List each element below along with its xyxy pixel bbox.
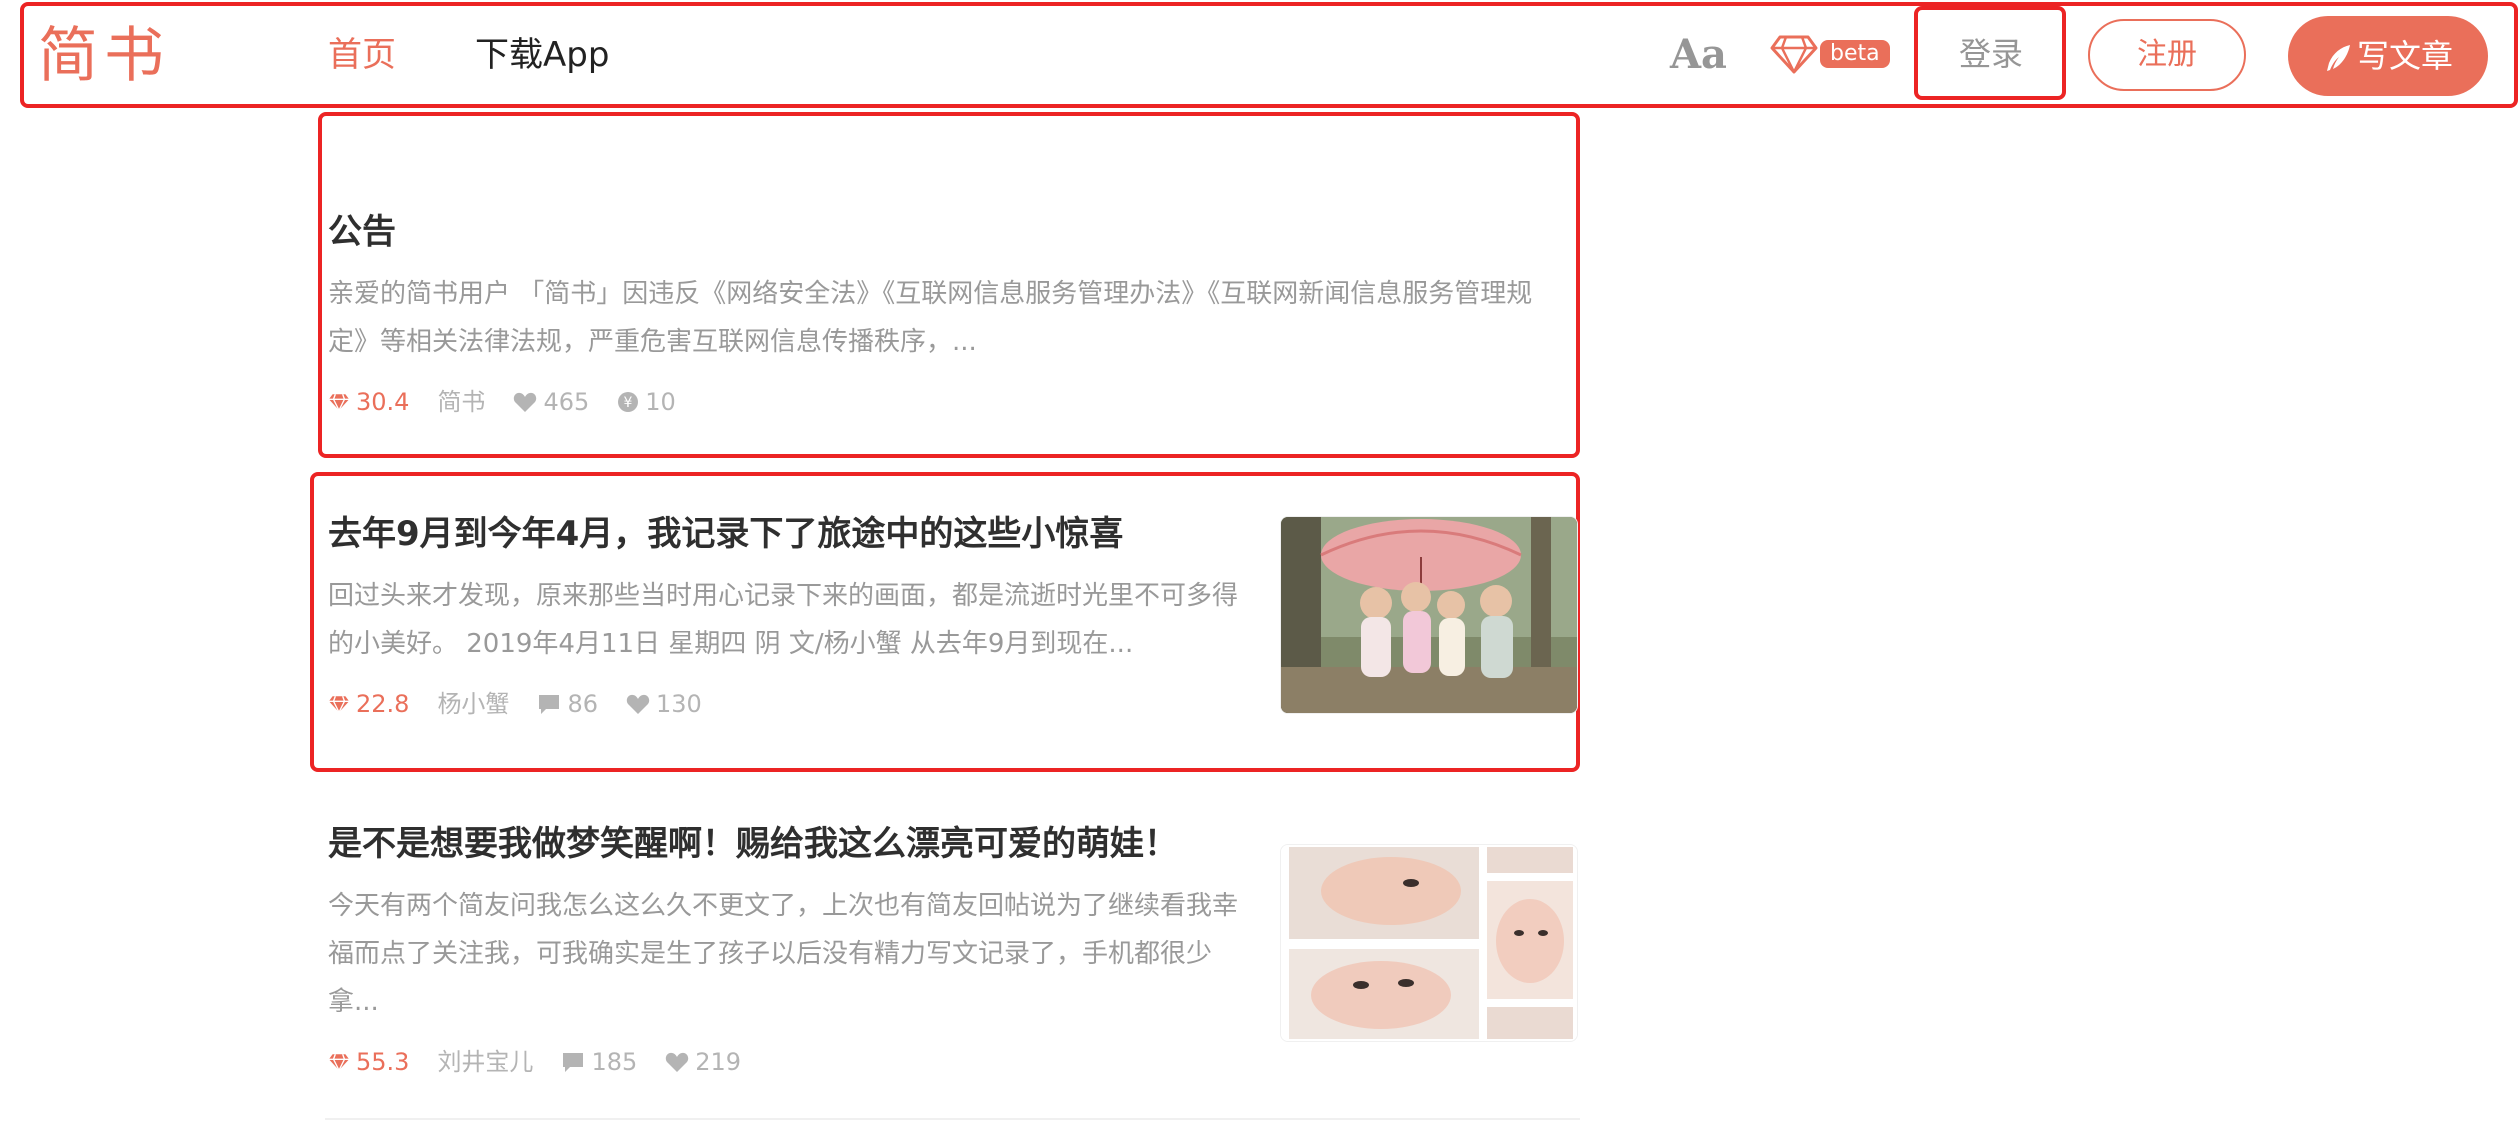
svg-text:¥: ¥ — [624, 395, 633, 411]
likes-count: 219 — [665, 1044, 741, 1080]
reward-icon: ¥ — [618, 392, 639, 412]
heart-icon — [666, 1052, 689, 1072]
article-thumbnail[interactable] — [1280, 844, 1578, 1042]
paid-amount: 30.4 — [356, 388, 410, 416]
jianshu-logo[interactable]: 简书 — [38, 18, 170, 94]
rewards-value: 10 — [645, 388, 676, 416]
author-link[interactable]: 简书 — [437, 384, 485, 420]
author-link[interactable]: 杨小蟹 — [437, 686, 509, 722]
comment-icon — [563, 1053, 584, 1072]
likes-value: 219 — [695, 1048, 742, 1076]
paid-amount: 22.8 — [356, 690, 410, 718]
login-button[interactable]: 登录 — [1918, 10, 2064, 98]
write-article-label: 写文章 — [2356, 37, 2453, 75]
article-title[interactable]: 是不是想要我做梦笑醒啊！赐给我这么漂亮可爱的萌娃！ — [328, 820, 1178, 868]
comments-count[interactable]: 185 — [561, 1044, 637, 1080]
likes-count: 465 — [513, 384, 589, 420]
article-meta: 22.8 杨小蟹 86 130 — [328, 686, 730, 722]
baby-collage-photo — [1281, 845, 1577, 1041]
rewards-count: ¥ 10 — [617, 384, 676, 420]
diamond-icon — [328, 695, 350, 714]
quill-icon — [2326, 45, 2350, 71]
font-size-toggle-icon[interactable]: Aa — [1670, 30, 1727, 80]
article-abstract: 今天有两个简友问我怎么这么久不更文了，上次也有简友回帖说为了继续看我幸福而点了关… — [328, 891, 1239, 1017]
article-title[interactable]: 去年9月到今年4月，我记录下了旅途中的这些小惊喜 — [328, 510, 1123, 558]
likes-value: 465 — [543, 388, 590, 416]
children-with-umbrella-photo — [1281, 517, 1577, 713]
article-abstract: 回过头来才发现，原来那些当时用心记录下来的画面，都是流逝时光里不可多得的小美好。… — [328, 581, 1239, 659]
article-meta: 55.3 刘井宝儿 185 219 — [328, 1044, 769, 1080]
likes-count: 130 — [626, 686, 702, 722]
heart-icon — [626, 694, 650, 714]
comments-count[interactable]: 86 — [537, 686, 598, 722]
paid-value: 22.8 — [328, 686, 409, 722]
comments-value: 185 — [591, 1048, 638, 1076]
write-article-button[interactable]: 写文章 — [2288, 16, 2488, 96]
likes-value: 130 — [655, 690, 702, 718]
register-button[interactable]: 注册 — [2088, 19, 2246, 91]
comments-value: 86 — [567, 690, 598, 718]
heart-icon — [514, 392, 537, 412]
nav-download-app-link[interactable]: 下载App — [475, 30, 609, 80]
article-meta: 30.4 简书 465 ¥ 10 — [328, 384, 704, 420]
nav-home-link[interactable]: 首页 — [328, 30, 396, 80]
paid-value: 30.4 — [328, 384, 409, 420]
beta-badge[interactable]: beta — [1820, 40, 1890, 68]
author-link[interactable]: 刘井宝儿 — [437, 1044, 533, 1080]
list-divider — [325, 1118, 1580, 1120]
article-thumbnail[interactable] — [1280, 516, 1578, 714]
diamond-icon[interactable] — [1770, 34, 1818, 74]
diamond-icon — [328, 393, 350, 412]
article-abstract: 亲爱的简书用户 「简书」因违反《网络安全法》《互联网信息服务管理办法》《互联网新… — [328, 279, 1533, 357]
diamond-icon — [328, 1053, 350, 1072]
paid-amount: 55.3 — [356, 1048, 410, 1076]
paid-value: 55.3 — [328, 1044, 409, 1080]
article-title[interactable]: 公告 — [328, 208, 396, 256]
comment-icon — [539, 695, 560, 714]
